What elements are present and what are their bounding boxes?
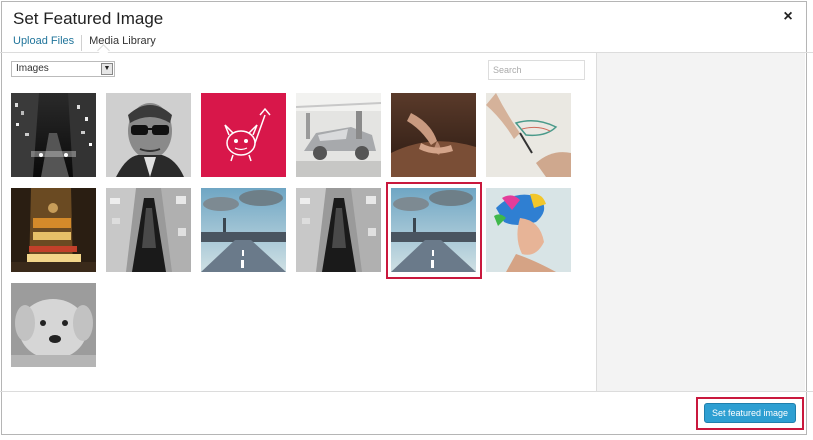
media-thumbnail-london-road-selected[interactable] (391, 188, 476, 272)
footer-divider (0, 391, 813, 392)
attachment-details-sidebar (596, 53, 805, 391)
dropdown-arrow-icon[interactable]: ▼ (101, 63, 113, 75)
modal-title: Set Featured Image (13, 9, 164, 28)
media-thumbnail-city-street-night[interactable] (11, 93, 96, 177)
media-filter-value: Images (16, 63, 49, 74)
modal-tabs: Upload Files Media Library (13, 35, 163, 51)
media-filter-select[interactable]: Images ▼ (11, 61, 115, 77)
media-thumbnail-car-factory[interactable] (296, 93, 381, 177)
media-thumbnail-hand-drawing[interactable] (486, 93, 571, 177)
media-thumbnail-hands-sculpting[interactable] (391, 93, 476, 177)
media-thumbnail-red-devil[interactable] (201, 93, 286, 177)
media-thumbnail-times-square[interactable] (11, 188, 96, 272)
media-thumbnail-puppy[interactable] (11, 283, 96, 367)
media-thumbnail-london-road[interactable] (201, 188, 286, 272)
media-thumbnail-colorful-woman[interactable] (486, 188, 571, 272)
set-featured-image-button[interactable]: Set featured image (704, 403, 796, 423)
media-thumbnail-man-sunglasses[interactable] (106, 93, 191, 177)
tab-upload-files[interactable]: Upload Files (13, 35, 83, 51)
media-thumbnail-skyscraper-aerial[interactable] (106, 188, 191, 272)
media-thumbnail-skyscraper-aerial-2[interactable] (296, 188, 381, 272)
media-search-input[interactable] (488, 60, 585, 80)
close-icon[interactable]: × (780, 8, 796, 26)
